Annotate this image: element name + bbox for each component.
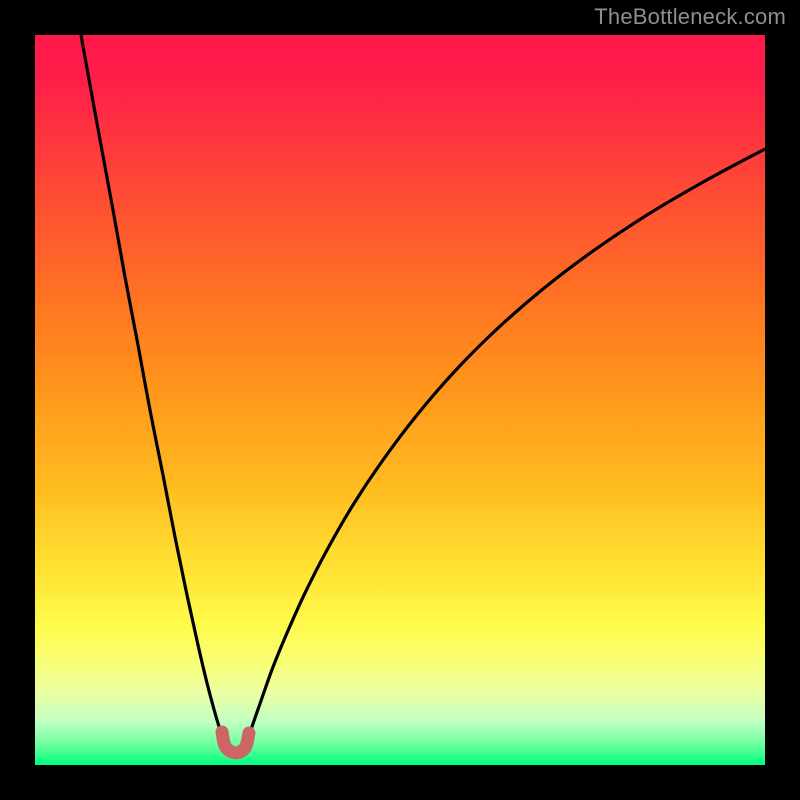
watermark-text: TheBottleneck.com xyxy=(594,4,786,30)
curve-left-branch xyxy=(81,35,221,733)
chart-plot-area xyxy=(35,35,765,765)
outer-frame: TheBottleneck.com xyxy=(0,0,800,800)
curve-right-branch xyxy=(249,149,765,735)
chart-svg xyxy=(35,35,765,765)
curve-bottom-nub xyxy=(222,732,249,753)
